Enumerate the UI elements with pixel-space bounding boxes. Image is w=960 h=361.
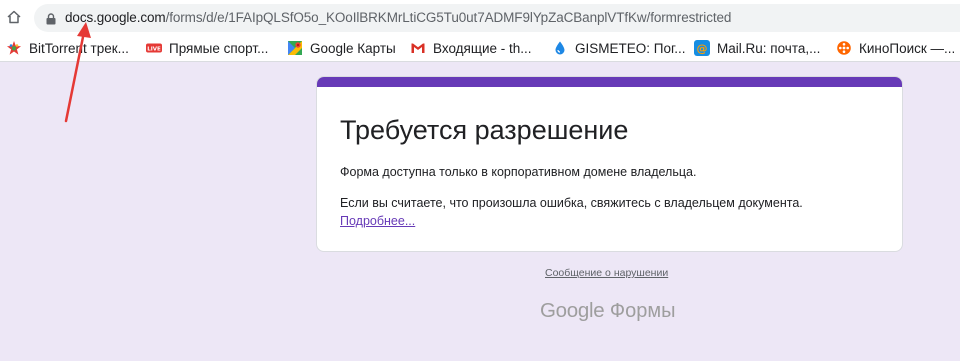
svg-text:@: @ (697, 42, 708, 55)
bookmark-label: Входящие - th... (433, 40, 532, 56)
url-text[interactable]: docs.google.com/forms/d/e/1FAIpQLSfO5o_K… (65, 10, 731, 25)
bookmark-gismeteo[interactable]: GISMETEO: Пог... (552, 39, 686, 57)
card-accent-bar (317, 77, 902, 87)
google-wordmark: Google (540, 299, 605, 322)
gmail-icon (410, 40, 426, 56)
learn-more-link[interactable]: Подробнее... (340, 214, 415, 228)
bookmark-label: BitTorrent трек... (29, 40, 129, 56)
forms-wordmark: Формы (609, 300, 676, 322)
bookmarks-bar: BitTorrent трек... LIVE Прямые спорт... … (0, 34, 960, 62)
gismeteo-icon (552, 40, 568, 56)
live-icon: LIVE (146, 40, 162, 56)
maps-icon (287, 40, 303, 56)
bookmark-google-maps[interactable]: Google Карты (287, 39, 396, 57)
address-bar[interactable]: docs.google.com/forms/d/e/1FAIpQLSfO5o_K… (34, 4, 960, 32)
bookmark-gmail[interactable]: Входящие - th... (410, 39, 532, 57)
permission-card: Требуется разрешение Форма доступна толь… (316, 76, 903, 252)
bookmark-mailru[interactable]: @ Mail.Ru: почта,... (694, 39, 820, 57)
lock-icon[interactable] (46, 12, 56, 25)
bookmark-label: GISMETEO: Пог... (575, 40, 686, 56)
report-abuse-link[interactable]: Сообщение о нарушении (545, 267, 668, 279)
url-path: /forms/d/e/1FAIpQLSfO5o_KOoIlBRKMrLtiCG5… (165, 10, 732, 25)
bookmark-label: Прямые спорт... (169, 40, 269, 56)
bittorrent-icon (6, 40, 22, 56)
mailru-icon: @ (694, 40, 710, 56)
home-icon[interactable] (6, 9, 22, 25)
svg-text:LIVE: LIVE (147, 46, 161, 52)
contact-owner-message: Если вы считаете, что произошла ошибка, … (340, 196, 803, 210)
bookmark-label: Google Карты (310, 40, 396, 56)
bookmark-label: Mail.Ru: почта,... (717, 40, 821, 56)
kinopoisk-icon (836, 40, 852, 56)
bookmark-bittorrent[interactable]: BitTorrent трек... (6, 39, 129, 57)
page-title: Требуется разрешение (340, 115, 629, 145)
domain-restriction-message: Форма доступна только в корпоративном до… (340, 165, 697, 179)
bookmark-kinopoisk[interactable]: КиноПоиск —... (836, 39, 955, 57)
url-host: docs.google.com (65, 10, 166, 25)
address-bar-row: docs.google.com/forms/d/e/1FAIpQLSfO5o_K… (0, 0, 960, 34)
google-forms-logo: Google Формы (540, 299, 675, 323)
bookmark-live-sport[interactable]: LIVE Прямые спорт... (146, 39, 268, 57)
bookmark-label: КиноПоиск —... (859, 40, 956, 56)
